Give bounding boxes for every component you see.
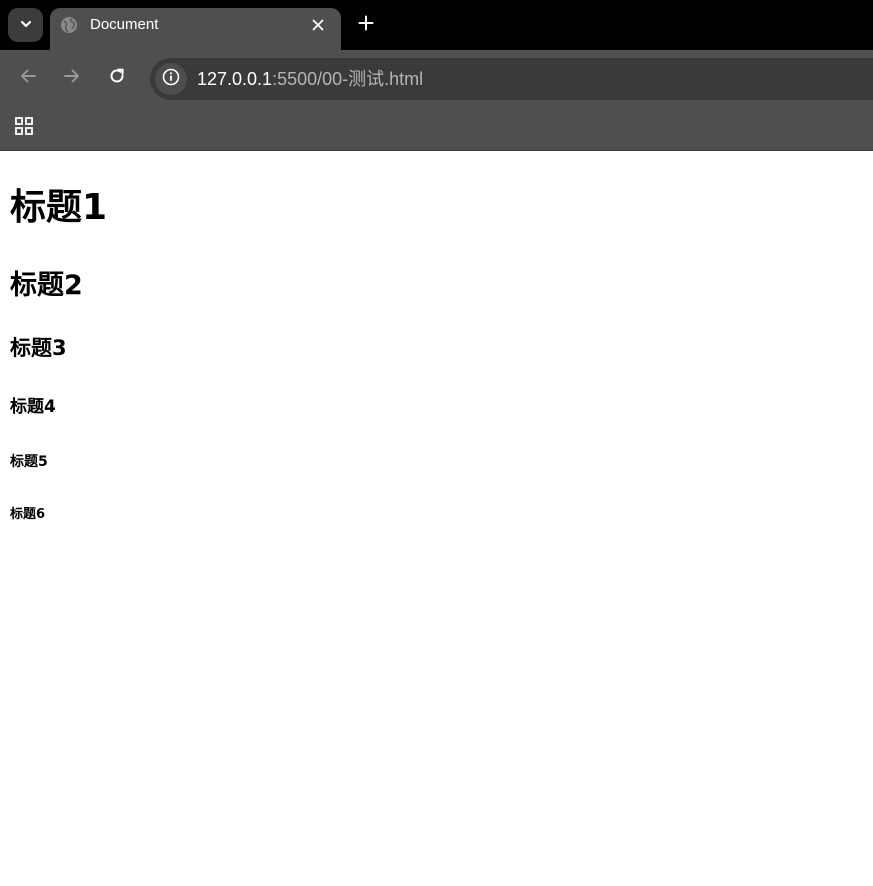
info-icon [162,68,180,90]
reload-icon [107,66,127,90]
heading-2: 标题2 [10,270,83,301]
page-content: 标题1 标题2 标题3 标题4 标题5 标题6 [0,151,873,886]
browser-window: Document 127.0.0.1:5500/00-测试.html 标题1 标… [0,0,873,886]
tab-title: Document [90,16,159,33]
apps-grid-icon[interactable] [14,116,34,136]
url-text[interactable]: 127.0.0.1:5500/00-测试.html [197,68,423,90]
heading-3: 标题3 [10,336,67,360]
reload-button[interactable] [105,66,129,90]
close-icon[interactable] [309,16,327,34]
heading-6: 标题6 [10,507,46,522]
url-path: :5500/00-测试.html [272,69,424,89]
heading-5: 标题5 [10,454,48,470]
toolbar: 127.0.0.1:5500/00-测试.html [0,50,873,106]
globe-icon [60,16,78,34]
tab-strip: Document [0,0,873,50]
tab-search-button[interactable] [8,8,43,42]
arrow-left-icon [18,66,38,90]
heading-4: 标题4 [10,397,56,417]
address-bar[interactable]: 127.0.0.1:5500/00-测试.html [150,58,873,100]
back-button[interactable] [16,66,40,90]
url-host: 127.0.0.1 [197,69,273,89]
chevron-down-icon [19,16,33,35]
tab-document[interactable]: Document [50,8,341,50]
heading-1: 标题1 [10,187,108,228]
arrow-right-icon [62,66,82,90]
site-info-button[interactable] [155,63,187,95]
bookmarks-bar [0,106,873,151]
new-tab-button[interactable] [353,12,379,38]
plus-icon [358,15,374,35]
forward-button[interactable] [60,66,84,90]
